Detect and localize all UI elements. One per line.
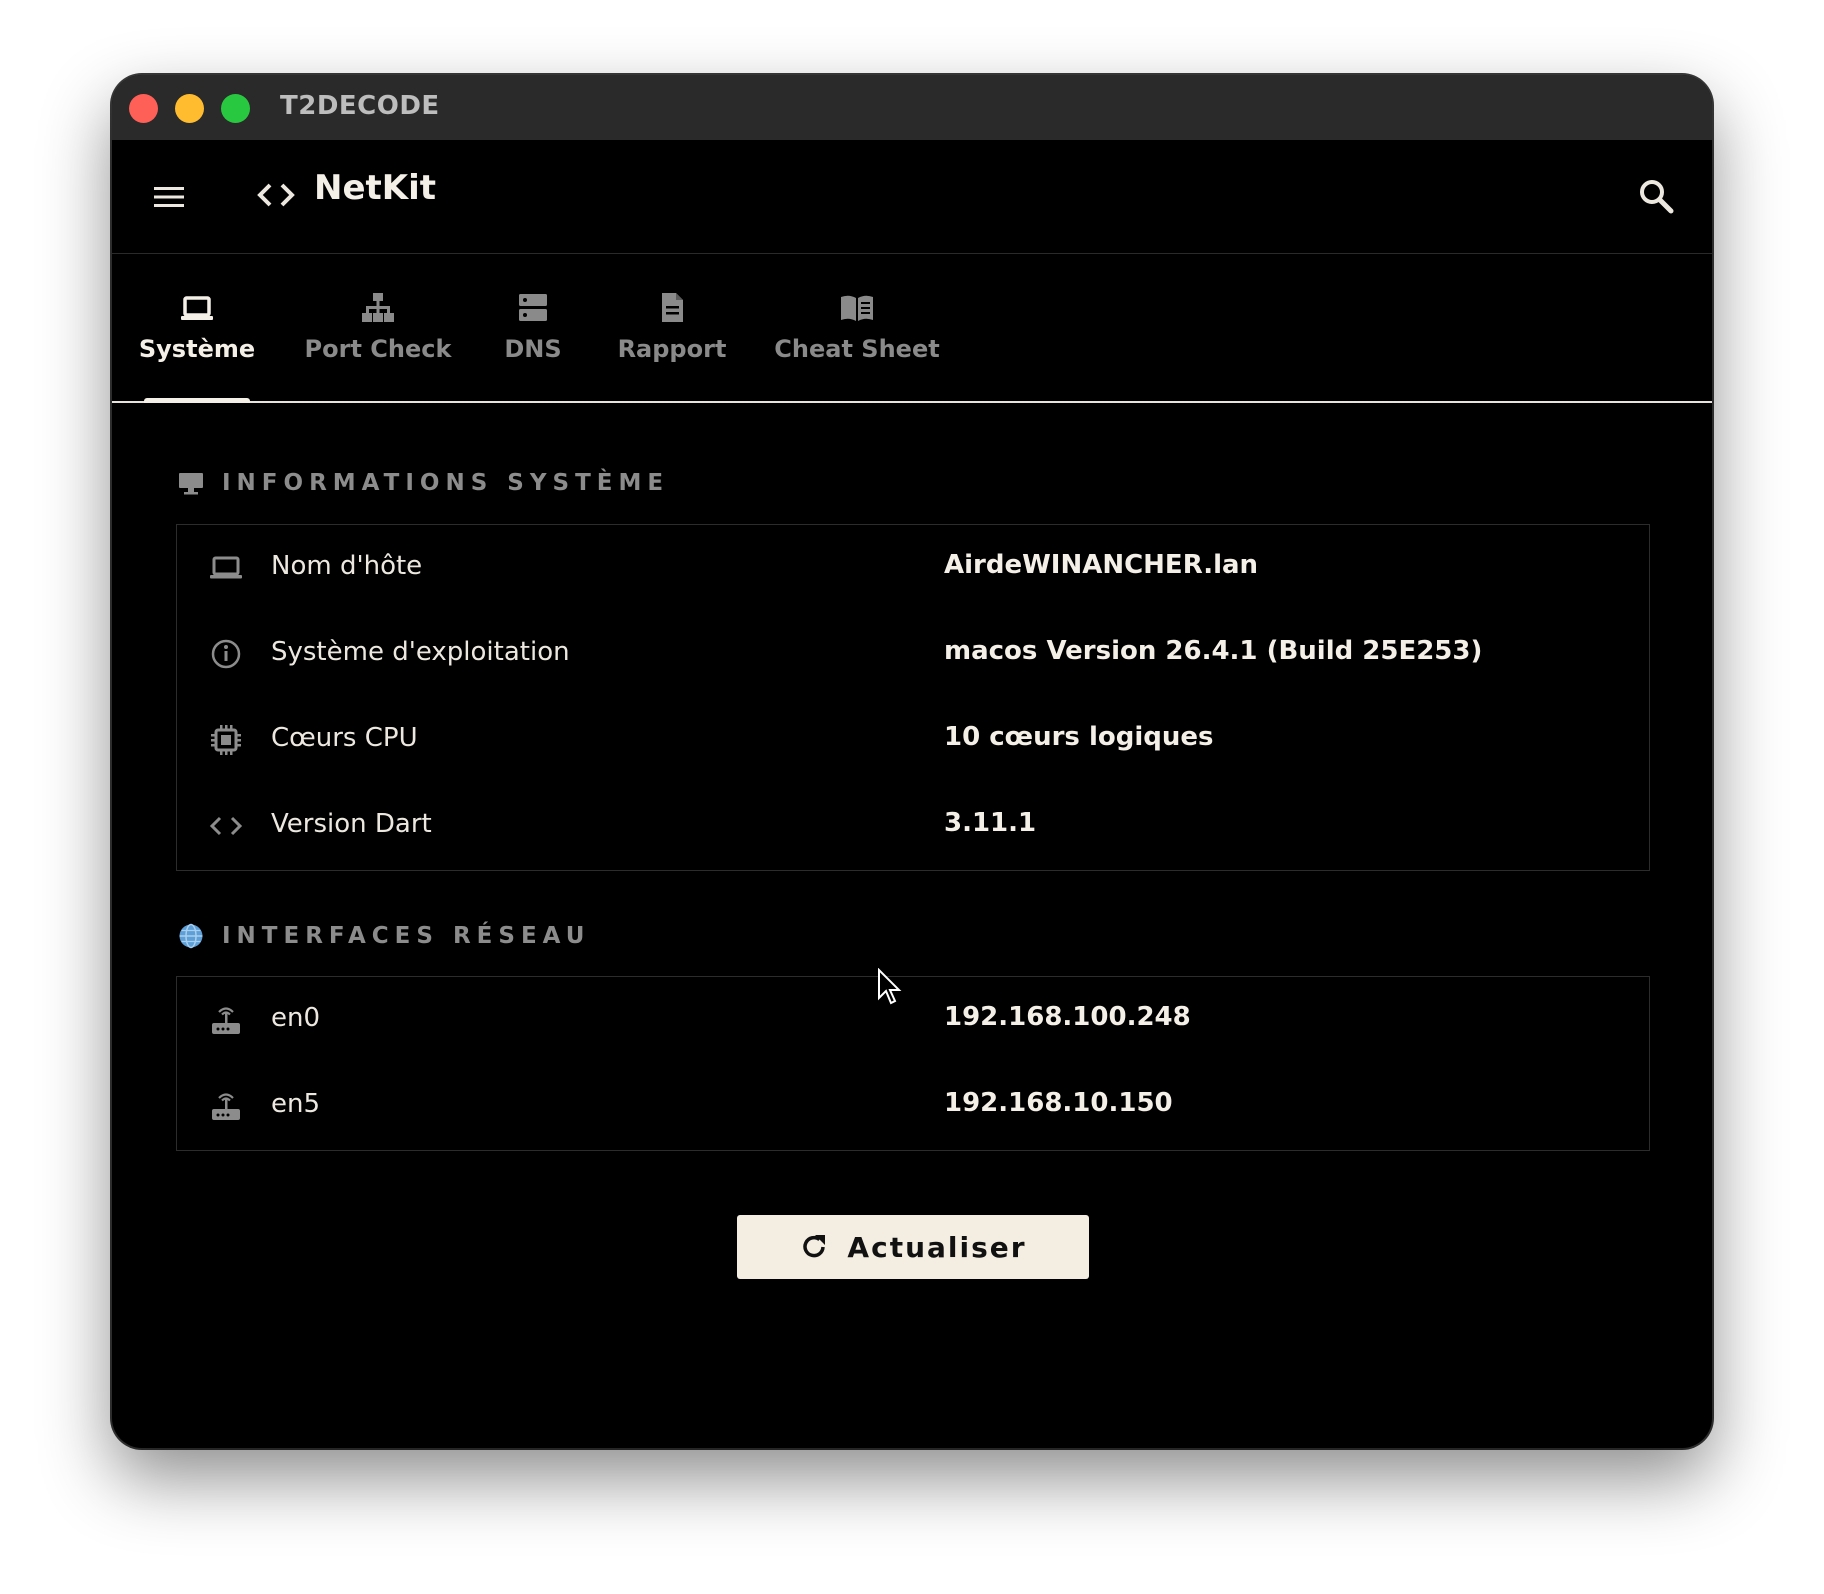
tab-rapport[interactable]: Rapport — [618, 254, 726, 401]
router-icon — [212, 1093, 240, 1120]
code-icon — [257, 183, 295, 207]
list-item-cpu: Cœurs CPU 10 cœurs logiques — [177, 697, 1649, 783]
active-tab-indicator — [144, 398, 250, 403]
search-icon[interactable] — [1637, 177, 1675, 215]
mouse-cursor-icon — [878, 968, 902, 1005]
tab-port-check[interactable]: Port Check — [305, 254, 451, 401]
tab-bar: Système Port Check DNS Rapport Cheat She… — [112, 254, 1712, 403]
code-icon — [209, 816, 243, 836]
laptop-icon — [181, 296, 213, 320]
tab-cheat-sheet[interactable]: Cheat Sheet — [774, 254, 940, 401]
document-icon — [662, 293, 683, 322]
monitor-icon — [179, 473, 203, 495]
list-item-en5: en5 192.168.10.150 — [177, 1063, 1649, 1149]
router-icon — [212, 1007, 240, 1034]
system-info-card: Nom d'hôte AirdeWINANCHER.lan Système d'… — [176, 524, 1650, 871]
list-item-dart-version: Version Dart 3.11.1 — [177, 783, 1649, 869]
info-icon — [211, 639, 241, 669]
close-button[interactable] — [129, 94, 158, 123]
zoom-button[interactable] — [221, 94, 250, 123]
tab-dns[interactable]: DNS — [504, 254, 562, 401]
section-header-network: INTERFACES RÉSEAU — [178, 923, 590, 949]
app-title: NetKit — [314, 168, 437, 208]
title-bar: T2DECODE — [112, 75, 1712, 140]
refresh-button[interactable]: Actualiser — [737, 1215, 1089, 1279]
list-item-en0: en0 192.168.100.248 — [177, 977, 1649, 1063]
window-title: T2DECODE — [280, 91, 440, 121]
network-interfaces-card: en0 192.168.100.248 en5 192.168.10.150 — [176, 976, 1650, 1151]
menu-icon[interactable] — [152, 180, 186, 214]
list-item-os: Système d'exploitation macos Version 26.… — [177, 611, 1649, 697]
book-icon — [841, 295, 873, 321]
app-bar: NetKit — [112, 140, 1712, 254]
globe-icon — [179, 923, 203, 949]
app-window: T2DECODE NetKit Système Port Check DNS R… — [112, 75, 1712, 1448]
chip-icon — [211, 725, 241, 755]
network-tree-icon — [362, 293, 394, 322]
tab-systeme[interactable]: Système — [139, 254, 255, 401]
refresh-icon — [803, 1235, 826, 1258]
laptop-icon — [210, 556, 242, 579]
server-icon — [519, 294, 547, 321]
minimize-button[interactable] — [175, 94, 204, 123]
list-item-hostname: Nom d'hôte AirdeWINANCHER.lan — [177, 525, 1649, 611]
section-header-system: INFORMATIONS SYSTÈME — [178, 470, 669, 496]
